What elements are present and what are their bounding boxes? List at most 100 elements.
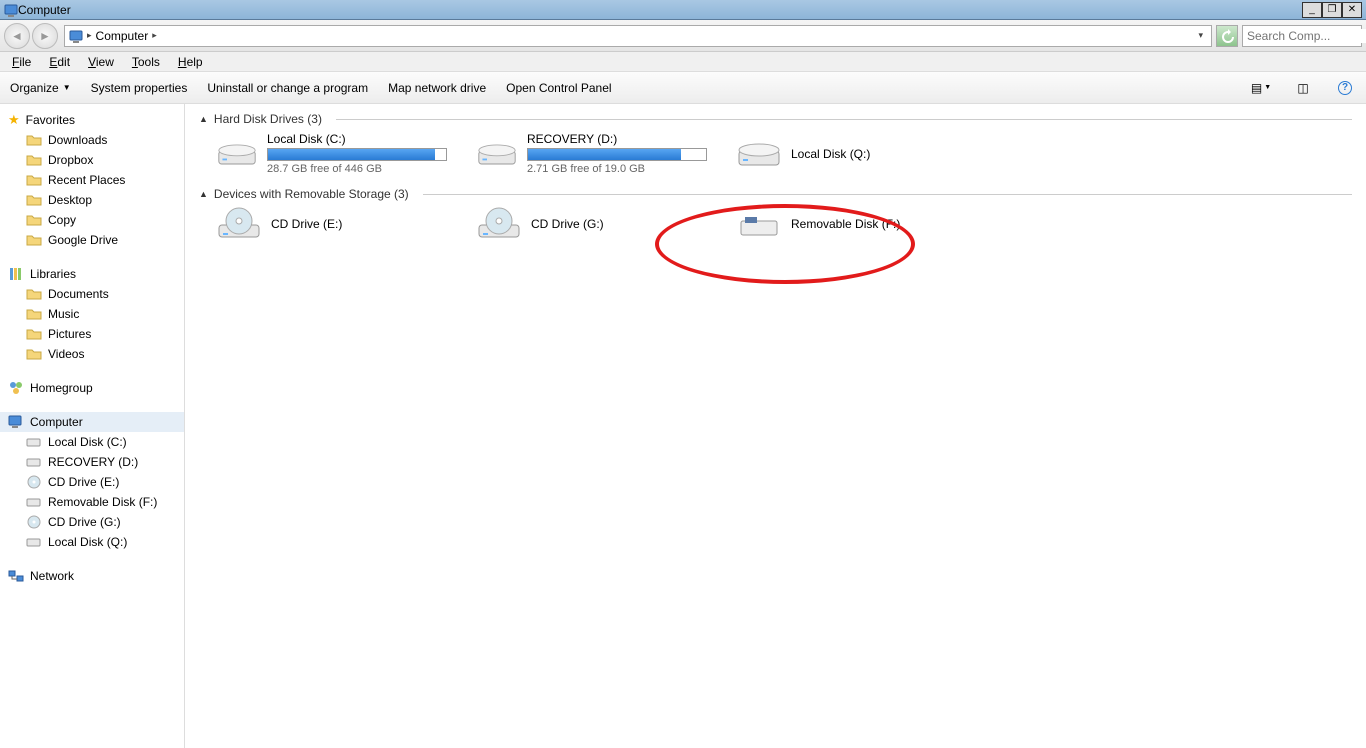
drive-removable-f[interactable]: Removable Disk (F:) <box>737 207 967 241</box>
star-icon: ★ <box>8 112 20 128</box>
view-icon: ▤ <box>1251 81 1262 95</box>
sidebar-cd-e[interactable]: CD Drive (E:) <box>0 472 184 492</box>
refresh-icon <box>1220 29 1234 43</box>
sidebar-pictures[interactable]: Pictures <box>0 324 184 344</box>
organize-button[interactable]: Organize▼ <box>10 81 71 95</box>
removable-disk-icon <box>737 207 781 241</box>
drive-recovery-d[interactable]: RECOVERY (D:) 2.71 GB free of 19.0 GB <box>477 132 707 175</box>
nav-bar: ◄ ► ▸ Computer ▸ ▾ <box>0 20 1366 52</box>
drive-local-q[interactable]: Local Disk (Q:) <box>737 132 967 175</box>
cd-drive-icon <box>217 207 261 241</box>
drive-name: RECOVERY (D:) <box>527 132 707 146</box>
search-box <box>1242 25 1362 47</box>
cd-icon <box>26 474 42 490</box>
folder-icon <box>26 132 42 148</box>
sidebar-removable-f[interactable]: Removable Disk (F:) <box>0 492 184 512</box>
title-bar: Computer _ ❐ ✕ <box>0 0 1366 20</box>
maximize-button[interactable]: ❐ <box>1322 2 1342 18</box>
sidebar-documents[interactable]: Documents <box>0 284 184 304</box>
cd-icon <box>26 514 42 530</box>
drive-cd-e[interactable]: CD Drive (E:) <box>217 207 447 241</box>
usage-bar <box>267 148 447 161</box>
uninstall-program-button[interactable]: Uninstall or change a program <box>207 81 368 95</box>
drive-cd-g[interactable]: CD Drive (G:) <box>477 207 707 241</box>
sidebar-music[interactable]: Music <box>0 304 184 324</box>
folder-icon <box>26 286 42 302</box>
close-button[interactable]: ✕ <box>1342 2 1362 18</box>
search-input[interactable] <box>1243 29 1366 43</box>
collapse-icon: ▲ <box>199 114 208 124</box>
hdd-icon <box>737 137 781 171</box>
libraries-icon <box>8 266 24 282</box>
sidebar-cd-g[interactable]: CD Drive (G:) <box>0 512 184 532</box>
sidebar-local-c[interactable]: Local Disk (C:) <box>0 432 184 452</box>
folder-icon <box>26 232 42 248</box>
chevron-down-icon: ▼ <box>1264 84 1271 91</box>
view-options-button[interactable]: ▤▼ <box>1250 78 1272 98</box>
drive-local-c[interactable]: Local Disk (C:) 28.7 GB free of 446 GB <box>217 132 447 175</box>
navigation-pane: ★Favorites Downloads Dropbox Recent Plac… <box>0 104 185 748</box>
address-dropdown[interactable]: ▾ <box>1194 30 1207 41</box>
drive-name: Removable Disk (F:) <box>791 217 900 231</box>
menu-help[interactable]: Help <box>178 55 203 69</box>
folder-icon <box>26 172 42 188</box>
drive-icon <box>26 434 42 450</box>
folder-icon <box>26 192 42 208</box>
hdd-icon <box>217 137 257 171</box>
menu-tools[interactable]: Tools <box>132 55 160 69</box>
sidebar-dropbox[interactable]: Dropbox <box>0 150 184 170</box>
toolbar: Organize▼ System properties Uninstall or… <box>0 72 1366 104</box>
minimize-button[interactable]: _ <box>1302 2 1322 18</box>
sidebar-gdrive[interactable]: Google Drive <box>0 230 184 250</box>
sidebar-local-q[interactable]: Local Disk (Q:) <box>0 532 184 552</box>
help-button[interactable]: ? <box>1334 78 1356 98</box>
sidebar-recovery-d[interactable]: RECOVERY (D:) <box>0 452 184 472</box>
chevron-right-icon: ▸ <box>87 30 92 41</box>
computer-icon <box>69 29 83 43</box>
menu-view[interactable]: View <box>88 55 114 69</box>
sidebar-downloads[interactable]: Downloads <box>0 130 184 150</box>
drive-name: Local Disk (Q:) <box>791 147 870 161</box>
sidebar-homegroup[interactable]: Homegroup <box>0 378 184 398</box>
network-icon <box>8 568 24 584</box>
sidebar-network[interactable]: Network <box>0 566 184 586</box>
folder-icon <box>26 212 42 228</box>
drive-name: CD Drive (G:) <box>531 217 604 231</box>
forward-button[interactable]: ► <box>32 23 58 49</box>
computer-icon <box>8 414 24 430</box>
back-button[interactable]: ◄ <box>4 23 30 49</box>
sidebar-videos[interactable]: Videos <box>0 344 184 364</box>
sidebar-computer[interactable]: Computer <box>0 412 184 432</box>
refresh-button[interactable] <box>1216 25 1238 47</box>
sidebar-favorites[interactable]: ★Favorites <box>0 110 184 130</box>
address-bar[interactable]: ▸ Computer ▸ ▾ <box>64 25 1212 47</box>
right-arrow-icon: ► <box>39 29 51 43</box>
collapse-icon: ▲ <box>199 189 208 199</box>
sidebar-copy[interactable]: Copy <box>0 210 184 230</box>
breadcrumb[interactable]: Computer <box>96 29 149 43</box>
menu-bar: File Edit View Tools Help <box>0 52 1366 72</box>
sidebar-label: Homegroup <box>30 381 93 395</box>
homegroup-icon <box>8 380 24 396</box>
drive-icon <box>26 494 42 510</box>
drive-free: 2.71 GB free of 19.0 GB <box>527 163 707 175</box>
sidebar-recent[interactable]: Recent Places <box>0 170 184 190</box>
map-drive-button[interactable]: Map network drive <box>388 81 486 95</box>
help-icon: ? <box>1338 81 1352 95</box>
section-header-hdd[interactable]: ▲Hard Disk Drives (3) <box>199 112 1352 126</box>
drive-free: 28.7 GB free of 446 GB <box>267 163 447 175</box>
sidebar-libraries[interactable]: Libraries <box>0 264 184 284</box>
menu-edit[interactable]: Edit <box>49 55 70 69</box>
chevron-down-icon: ▼ <box>63 83 71 92</box>
system-properties-button[interactable]: System properties <box>91 81 188 95</box>
drive-icon <box>26 534 42 550</box>
menu-file[interactable]: File <box>12 55 31 69</box>
drive-name: Local Disk (C:) <box>267 132 447 146</box>
sidebar-desktop[interactable]: Desktop <box>0 190 184 210</box>
chevron-right-icon: ▸ <box>152 30 157 41</box>
preview-pane-button[interactable]: ◫ <box>1292 78 1314 98</box>
section-header-removable[interactable]: ▲Devices with Removable Storage (3) <box>199 187 1352 201</box>
drive-icon <box>26 454 42 470</box>
usage-bar <box>527 148 707 161</box>
control-panel-button[interactable]: Open Control Panel <box>506 81 611 95</box>
